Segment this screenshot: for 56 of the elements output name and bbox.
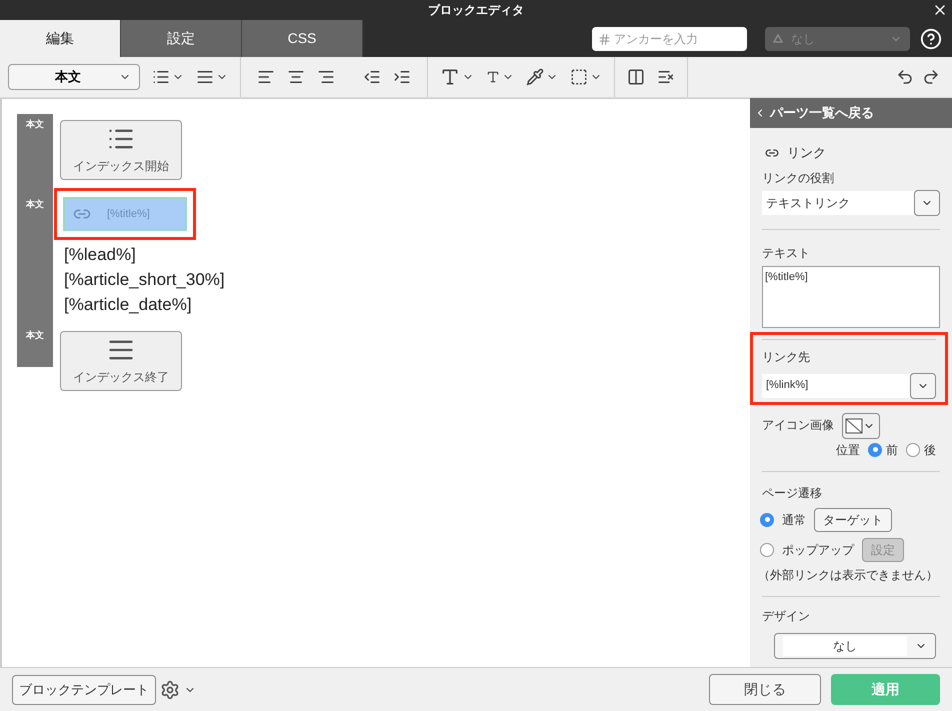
radio-button[interactable] [760, 512, 774, 526]
field-label: アイコン画像 [762, 416, 834, 434]
text-area[interactable]: [%title%] [762, 266, 940, 328]
radio-label: 通常 [782, 512, 806, 528]
index-end-block[interactable]: インデックス終了 [60, 331, 182, 391]
window-title: ブロックエディタ [428, 2, 524, 19]
tab[interactable]: CSS [242, 20, 363, 57]
radio-button[interactable] [906, 442, 920, 456]
text-line: [%article_date%] [64, 294, 193, 316]
field-label: リンク先 [762, 348, 811, 366]
note-text: （外部リンクは表示できません） [758, 566, 939, 584]
radio-button[interactable] [868, 442, 882, 456]
close-dialog-button[interactable]: 閉じる [709, 674, 821, 705]
radio-label: 前 [886, 442, 898, 458]
field-label: ページ遷移 [762, 484, 823, 502]
undo-icon [896, 68, 914, 86]
align-center-icon [287, 68, 305, 86]
target-button[interactable]: ターゲット [814, 508, 892, 532]
radio-label: 後 [924, 442, 936, 458]
small-t-icon [486, 70, 500, 84]
list-icon [152, 68, 170, 86]
back-button[interactable]: パーツ一覧へ戻る [750, 98, 952, 128]
part-title: リンク [787, 144, 826, 162]
field-label: テキスト [762, 244, 811, 262]
help-icon[interactable] [920, 28, 942, 50]
clear-format-icon [657, 68, 675, 86]
field-label: リンクの役割 [762, 170, 835, 186]
anchor-field[interactable]: アンカーを入力 [592, 26, 747, 50]
style-select[interactable]: 本文 [8, 64, 140, 90]
block-template-button[interactable]: ブロックテンプレート [12, 674, 156, 704]
field-label: デザイン [762, 608, 811, 624]
block-tag: 本文 [17, 325, 53, 397]
field-label: 位置 [836, 442, 860, 458]
settings-icon[interactable] [160, 680, 180, 700]
align-left-icon [257, 68, 275, 86]
dashed-frame-icon [570, 68, 588, 86]
no-image-icon [845, 418, 863, 434]
tab[interactable]: 設定 [121, 20, 242, 57]
block-tag: 本文 [17, 114, 53, 186]
align-right-icon [317, 68, 335, 86]
radio-label: ポップアップ [782, 542, 854, 558]
text-line: [%lead%] [64, 244, 137, 266]
columns-icon [627, 68, 645, 86]
redo-icon [922, 68, 940, 86]
tab[interactable]: 編集 [0, 20, 121, 57]
outdent-icon [363, 68, 381, 86]
block-tag: 本文 [17, 194, 53, 234]
indent-icon [393, 68, 411, 86]
eyedropper-icon [526, 68, 544, 86]
design-select[interactable]: なし [774, 632, 936, 658]
radio-button[interactable] [760, 542, 774, 556]
icon-image-select[interactable] [842, 412, 880, 438]
index-start-block[interactable]: インデックス開始 [60, 120, 182, 180]
text-line: [%article_short_30%] [64, 269, 225, 291]
letter-t-icon [440, 67, 460, 87]
block-format-icon [196, 68, 214, 86]
